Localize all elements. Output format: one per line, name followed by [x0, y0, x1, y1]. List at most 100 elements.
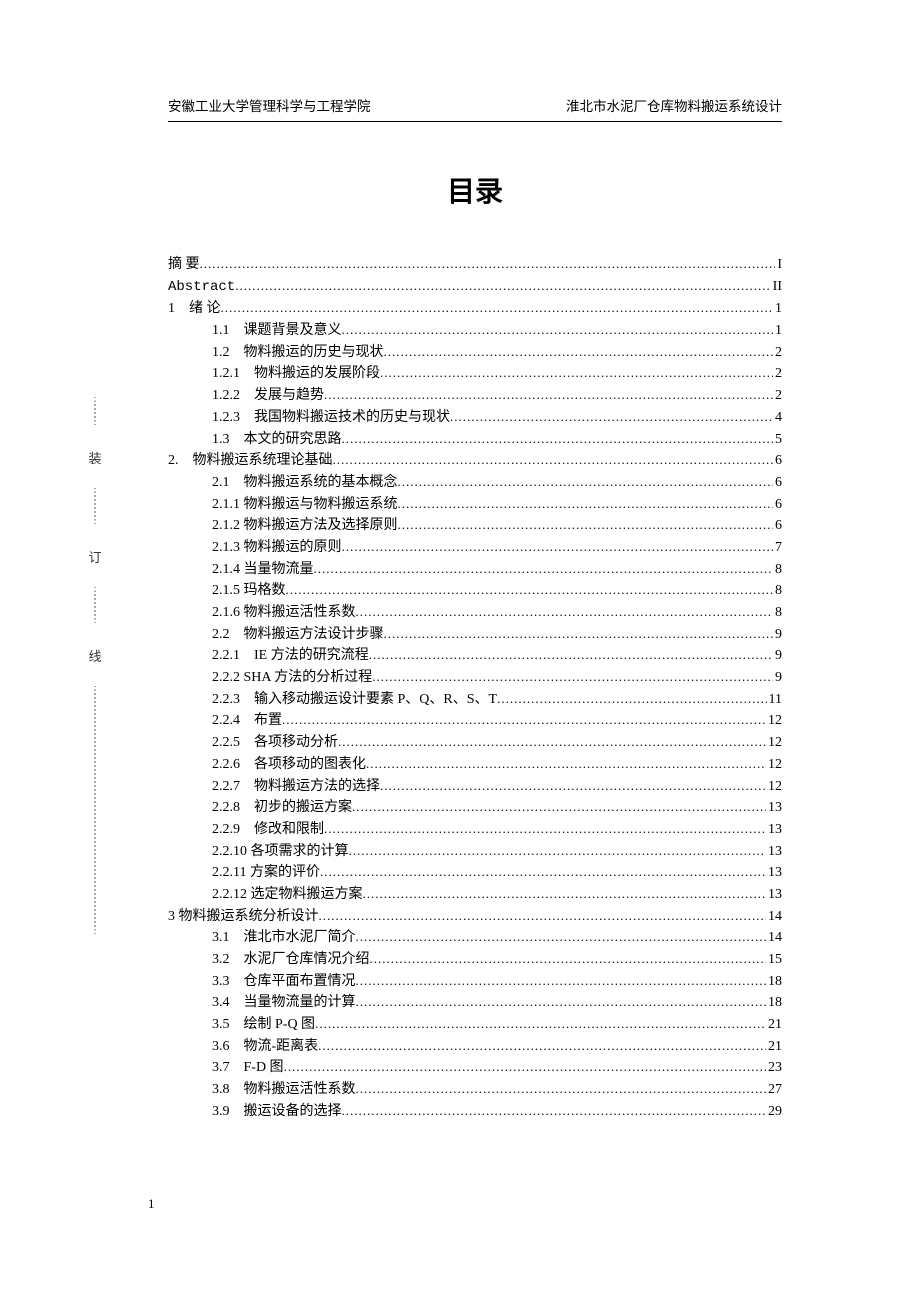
toc-entry-page: 12	[766, 754, 782, 776]
toc-entry: 3.2 水泥厂仓库情况介绍 ..........................…	[168, 949, 782, 971]
toc-entry: 1 绪 论...................................…	[168, 298, 782, 320]
toc-entry-page: 6	[773, 494, 782, 516]
toc-entry-page: 18	[766, 971, 782, 993]
page-content: 安徽工业大学管理科学与工程学院 淮北市水泥厂仓库物料搬运系统设计 目录 摘 要.…	[0, 0, 920, 1183]
toc-entry-label: 2.2.8 初步的搬运方案	[212, 797, 352, 819]
toc-entry: 1.1 课题背景及意义 ............................…	[168, 320, 782, 342]
toc-entry-page: 21	[766, 1014, 782, 1036]
toc-entry-label: 2.2.2 SHA 方法的分析过程	[212, 667, 372, 689]
toc-leader-dots: ........................................…	[356, 1079, 767, 1099]
toc-entry: 3.6 物流-距离表 .............................…	[168, 1036, 782, 1058]
toc-leader-dots: ........................................…	[324, 385, 773, 405]
toc-entry: 1.2 物料搬运的历史与现状 .........................…	[168, 342, 782, 364]
toc-entry: 3.7 F-D 图...............................…	[168, 1057, 782, 1079]
toc-entry-page: 14	[766, 927, 782, 949]
toc-leader-dots: ........................................…	[352, 797, 766, 817]
toc-entry-page: 11	[767, 689, 782, 711]
toc-entry-page: 12	[766, 732, 782, 754]
toc-entry-label: 2.1.4 当量物流量	[212, 559, 314, 581]
toc-entry-page: 18	[766, 992, 782, 1014]
toc-entry: 3.8 物料搬运活性系数 ...........................…	[168, 1079, 782, 1101]
toc-leader-dots: ........................................…	[363, 884, 767, 904]
toc-entry-label: 1.2 物料搬运的历史与现状	[212, 342, 384, 364]
toc-leader-dots: ........................................…	[384, 624, 774, 644]
toc-leader-dots: ........................................…	[370, 949, 767, 969]
toc-entry-page: 12	[766, 710, 782, 732]
toc-entry-label: 2. 物料搬运系统理论基础	[168, 450, 333, 472]
toc-entry: 2.1.1 物料搬运与物料搬运系统.......................…	[168, 494, 782, 516]
toc-entry-page: 13	[766, 862, 782, 884]
toc-entry: 2.2.6 各项移动的图表化..........................…	[168, 754, 782, 776]
toc-leader-dots: ........................................…	[380, 776, 766, 796]
toc-entry: 2.2.10 各项需求的计算 .........................…	[168, 841, 782, 863]
toc-entry-label: 2.2.3 输入移动搬运设计要素 P、Q、R、S、T	[212, 689, 497, 711]
toc-leader-dots: ........................................…	[342, 320, 774, 340]
toc-leader-dots: ........................................…	[369, 645, 773, 665]
toc-entry-label: 3.1 淮北市水泥厂简介	[212, 927, 356, 949]
toc-entry-page: 2	[773, 385, 782, 407]
toc-leader-dots: ........................................…	[384, 342, 774, 362]
toc-leader-dots: ........................................…	[333, 450, 774, 470]
toc-entry-label: 2.1.5 玛格数	[212, 580, 286, 602]
toc-leader-dots: ........................................…	[282, 710, 766, 730]
toc-entry: 3.4 当量物流量的计算 ...........................…	[168, 992, 782, 1014]
toc-entry: 1.2.2 发展与趋势.............................…	[168, 385, 782, 407]
toc-entry-label: 2.2.1 IE 方法的研究流程	[212, 645, 369, 667]
toc-leader-dots: ........................................…	[342, 1101, 767, 1121]
toc-entry-page: 1	[773, 298, 782, 320]
toc-leader-dots: ........................................…	[366, 754, 766, 774]
toc-entry-page: 23	[766, 1057, 782, 1079]
toc-entry-label: 1.2.2 发展与趋势	[212, 385, 324, 407]
page-header: 安徽工业大学管理科学与工程学院 淮北市水泥厂仓库物料搬运系统设计	[168, 95, 782, 122]
toc-entry-label: 2.2.7 物料搬运方法的选择	[212, 776, 380, 798]
toc-entry: 2.2.7 物料搬运方法的选择.........................…	[168, 776, 782, 798]
toc-entry-label: 2.2 物料搬运方法设计步骤	[212, 624, 384, 646]
toc-entry-page: 9	[773, 645, 782, 667]
toc-leader-dots: ........................................…	[356, 927, 767, 947]
toc-leader-dots: ........................................…	[342, 429, 774, 449]
toc-entry-page: 2	[773, 363, 782, 385]
toc-entry-label: 2.2.10 各项需求的计算	[212, 841, 349, 863]
toc-entry-page: 5	[773, 429, 782, 451]
toc-entry: 2.1.3 物料搬运的原则...........................…	[168, 537, 782, 559]
binding-char-1: 装	[88, 448, 102, 467]
toc-entry-label: 2.1.1 物料搬运与物料搬运系统	[212, 494, 398, 516]
toc-entry: 2.2.11 方案的评价............................…	[168, 862, 782, 884]
toc-entry-page: 13	[766, 819, 782, 841]
toc-entry-label: Abstract	[168, 277, 235, 299]
toc-entry: 2.1.6 物料搬运活性系数..........................…	[168, 602, 782, 624]
toc-entry-label: 3.5 绘制 P-Q 图	[212, 1014, 315, 1036]
toc-leader-dots: ........................................…	[398, 515, 774, 535]
toc-leader-dots: ........................................…	[356, 602, 774, 622]
toc-entry: 2.2.12 选定物料搬运方案.........................…	[168, 884, 782, 906]
toc-entry: 2.1.2 物料搬运方法及选择原则.......................…	[168, 515, 782, 537]
toc-entry: 2.2.8 初步的搬运方案...........................…	[168, 797, 782, 819]
toc-entry-label: 3.2 水泥厂仓库情况介绍	[212, 949, 370, 971]
header-right: 淮北市水泥厂仓库物料搬运系统设计	[566, 95, 782, 115]
toc-entry-label: 2.2.6 各项移动的图表化	[212, 754, 366, 776]
toc-entry-page: 8	[773, 559, 782, 581]
toc-leader-dots: ........................................…	[372, 667, 773, 687]
toc-entry: 1.2.3 我国物料搬运技术的历史与现状....................…	[168, 407, 782, 429]
toc-leader-dots: ........................................…	[284, 1057, 766, 1077]
toc-entry-label: 2.2.11 方案的评价	[212, 862, 320, 884]
toc-entry-page: 7	[773, 537, 782, 559]
toc-entry: 3.9 搬运设备的选择 ............................…	[168, 1101, 782, 1123]
toc-leader-dots: ........................................…	[398, 494, 774, 514]
header-left: 安徽工业大学管理科学与工程学院	[168, 95, 371, 115]
toc-leader-dots: ........................................…	[315, 1014, 766, 1034]
toc-leader-dots: ........................................…	[314, 559, 774, 579]
toc-entry: 2.2.4 布置................................…	[168, 710, 782, 732]
toc-leader-dots: ........................................…	[356, 992, 767, 1012]
toc-entry-label: 1.2.1 物料搬运的发展阶段	[212, 363, 380, 385]
binding-char-2: 订	[88, 547, 102, 566]
toc-entry-label: 2.1.6 物料搬运活性系数	[212, 602, 356, 624]
toc-entry-label: 3.4 当量物流量的计算	[212, 992, 356, 1014]
toc-entry: 2.2.9 修改和限制.............................…	[168, 819, 782, 841]
toc-entry-label: 2.1.3 物料搬运的原则	[212, 537, 342, 559]
toc-entry-label: 3.6 物流-距离表	[212, 1036, 318, 1058]
binding-char-3: 线	[88, 646, 102, 665]
toc-leader-dots: ........................................…	[338, 732, 766, 752]
toc-entry: 3.1 淮北市水泥厂简介 ...........................…	[168, 927, 782, 949]
toc-entry: 1.3 本文的研究思路 ............................…	[168, 429, 782, 451]
